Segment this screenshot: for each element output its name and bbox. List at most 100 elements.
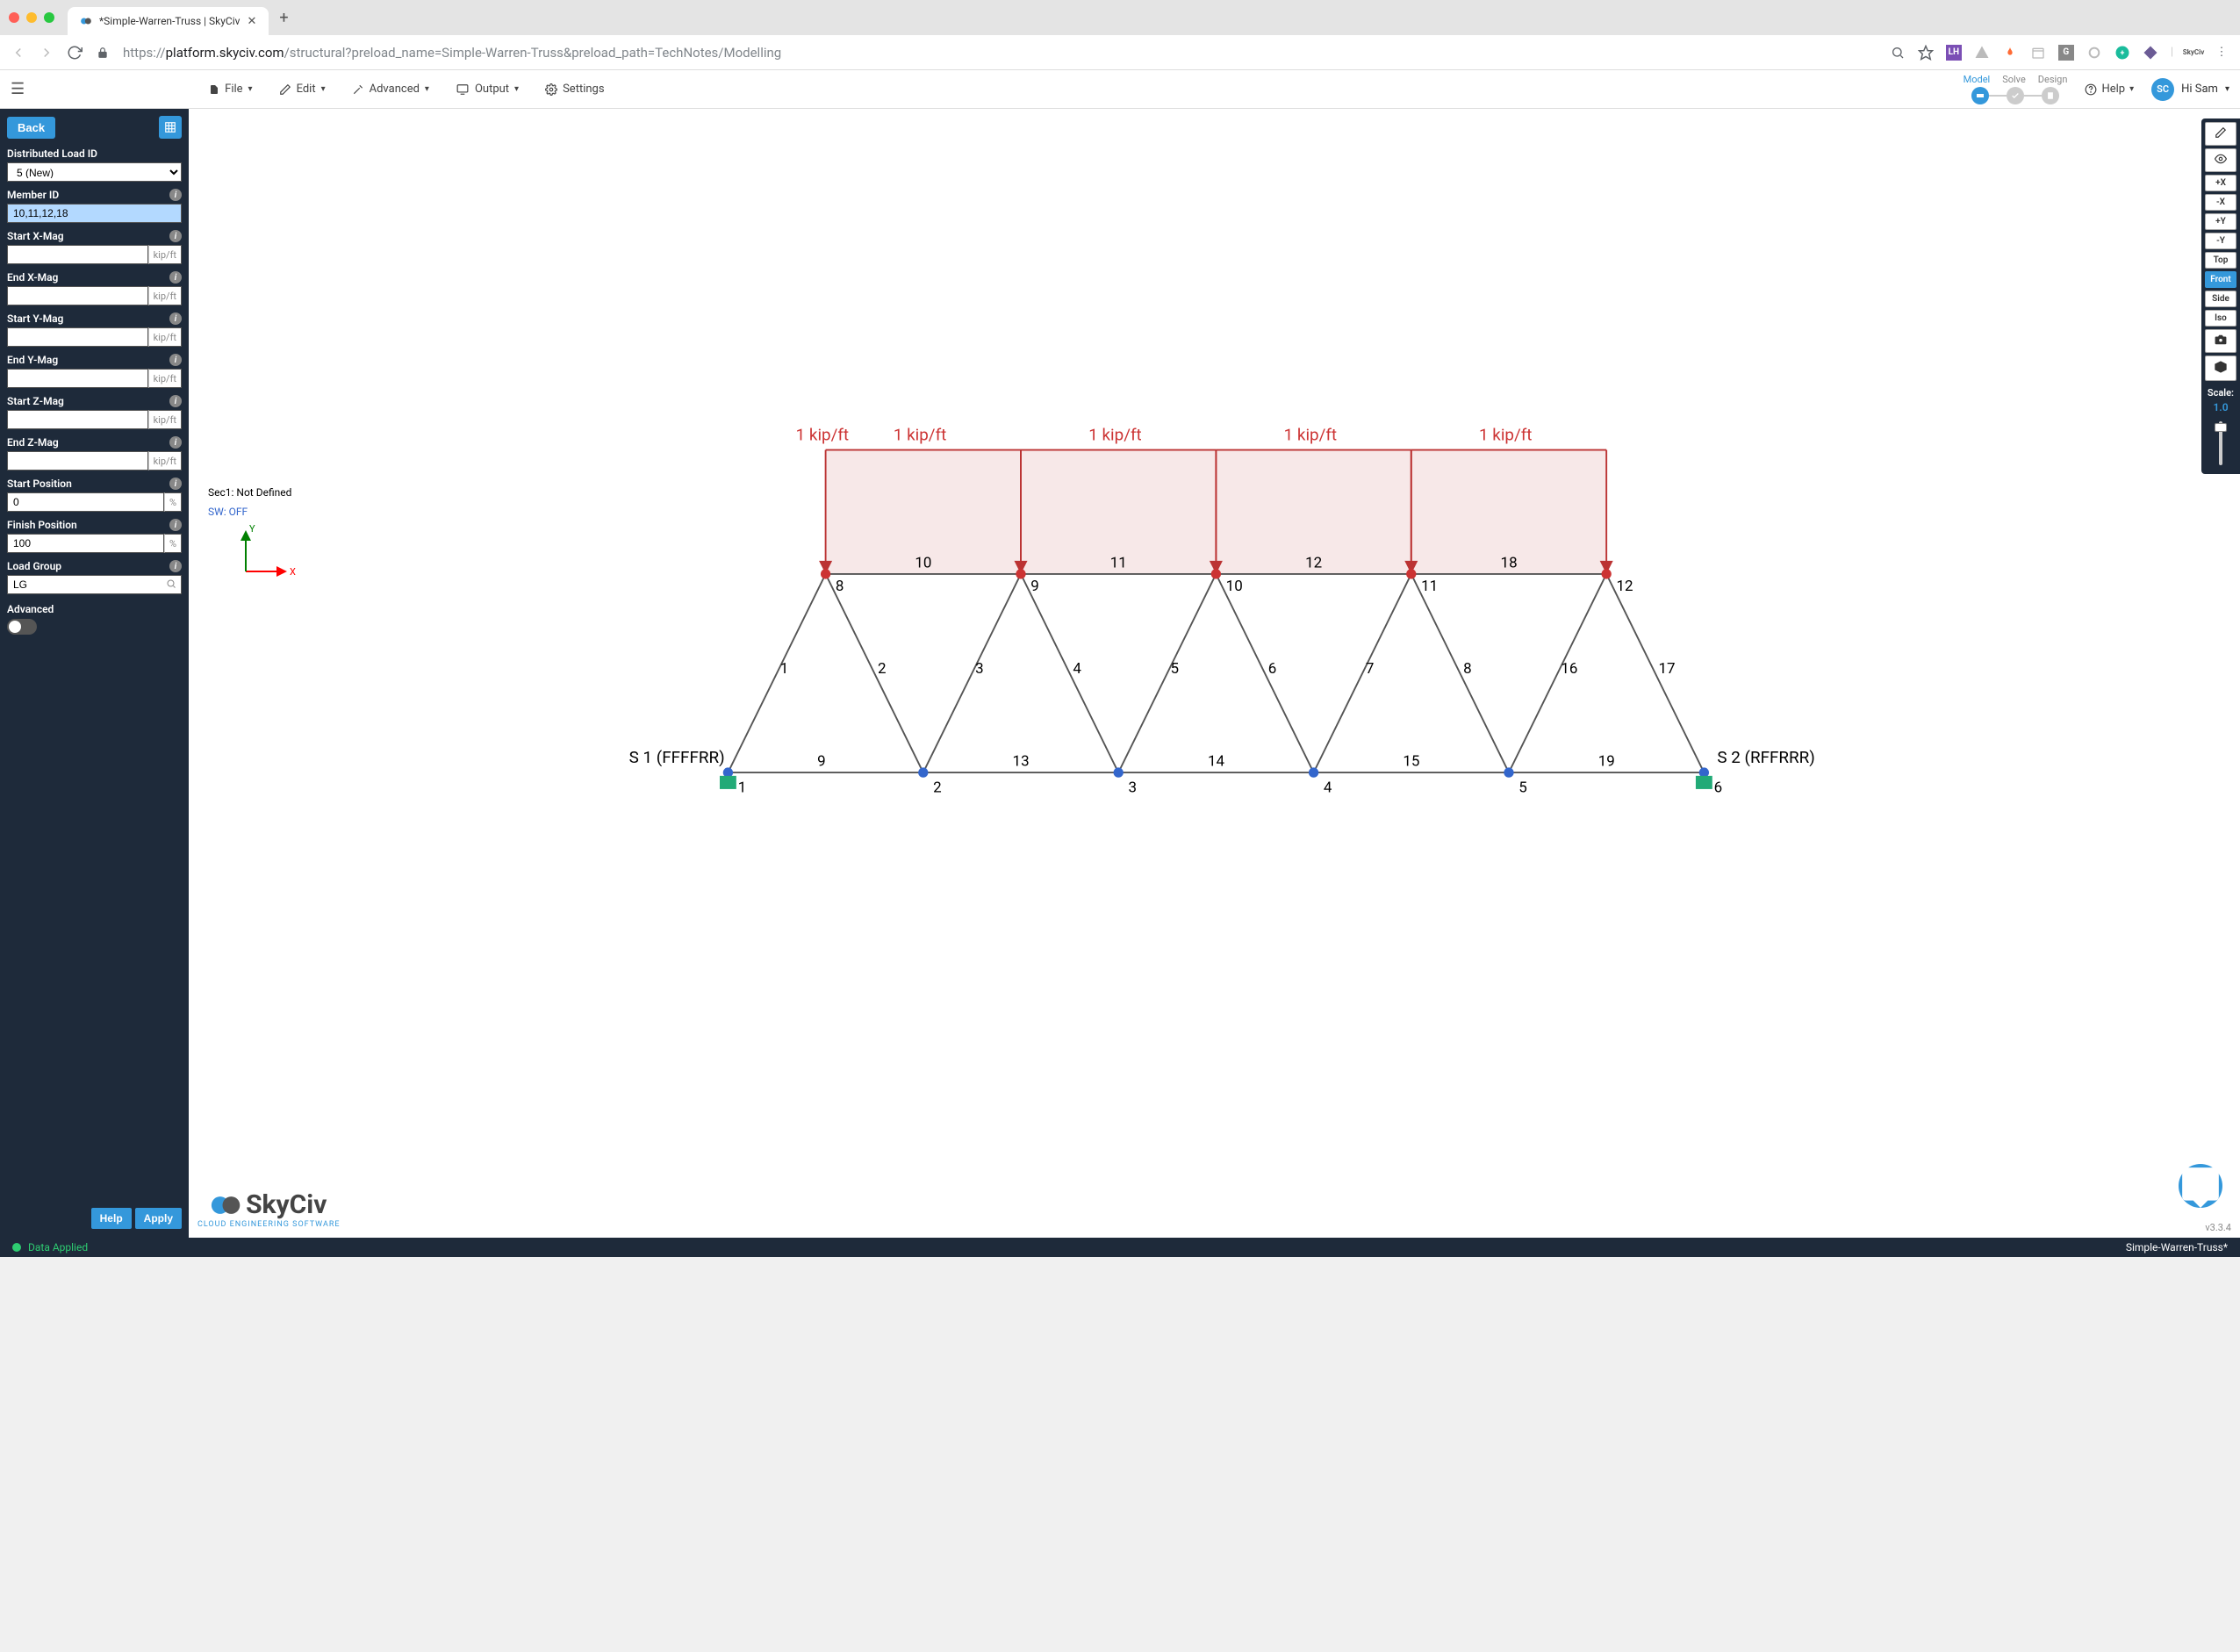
workflow-model-label[interactable]: Model <box>1964 74 1991 85</box>
svg-text:1 kip/ft: 1 kip/ft <box>796 425 849 444</box>
help-button[interactable]: Help▾ <box>2085 83 2134 96</box>
lock-icon <box>95 45 111 61</box>
monitor-icon <box>456 83 470 96</box>
extension-circle-icon[interactable] <box>2086 45 2102 61</box>
window-close-icon[interactable] <box>9 12 19 23</box>
model-canvas[interactable]: 1 kip/ft1 kip/ft1 kip/ft1 kip/ft1 kip/ft… <box>189 109 2240 1238</box>
extension-lh-icon[interactable]: LH <box>1946 45 1962 61</box>
browser-reload-button[interactable] <box>67 45 83 61</box>
user-menu[interactable]: SC Hi Sam ▾ <box>2151 78 2229 101</box>
chat-button[interactable] <box>2179 1164 2222 1208</box>
tab-close-icon[interactable]: ✕ <box>247 15 256 28</box>
info-icon[interactable]: i <box>169 560 182 572</box>
info-icon[interactable]: i <box>169 271 182 284</box>
view-plus-x-button[interactable]: +X <box>2205 175 2236 191</box>
workflow-solve-label[interactable]: Solve <box>2002 74 2026 85</box>
camera-button[interactable] <box>2205 329 2236 353</box>
tab-title: *Simple-Warren-Truss | SkyCiv <box>99 15 240 27</box>
eye-tool-button[interactable] <box>2205 148 2236 172</box>
pencil-tool-button[interactable] <box>2205 122 2236 146</box>
search-icon[interactable] <box>166 578 176 593</box>
sidebar-help-button[interactable]: Help <box>91 1208 132 1229</box>
info-icon[interactable]: i <box>169 395 182 407</box>
load-group-label: Load Group <box>7 560 61 572</box>
info-icon[interactable]: i <box>169 436 182 449</box>
info-icon[interactable]: i <box>169 478 182 490</box>
start-z-mag-input[interactable] <box>7 410 148 429</box>
scale-label: Scale: <box>2205 387 2236 399</box>
bookmark-star-icon[interactable] <box>1918 45 1934 61</box>
window-min-icon[interactable] <box>26 12 37 23</box>
step-design-icon[interactable] <box>2042 87 2059 104</box>
user-avatar: SC <box>2151 78 2174 101</box>
app-toolbar: ☰ File▾ Edit▾ Advanced▾ Output▾ Settings… <box>0 70 2240 109</box>
box-button[interactable] <box>2205 356 2236 381</box>
extension-cloud-icon[interactable] <box>1974 45 1990 61</box>
menu-advanced[interactable]: Advanced▾ <box>352 83 429 96</box>
svg-text:1 kip/ft: 1 kip/ft <box>1479 425 1532 444</box>
view-front-button[interactable]: Front <box>2205 271 2236 288</box>
view-side-button[interactable]: Side <box>2205 291 2236 307</box>
step-solve-icon[interactable] <box>2007 87 2024 104</box>
window-max-icon[interactable] <box>44 12 54 23</box>
datasheet-button[interactable] <box>159 116 182 139</box>
chat-icon <box>2179 1164 2222 1208</box>
menu-file[interactable]: File▾ <box>209 83 252 96</box>
apply-button[interactable]: Apply <box>135 1208 182 1229</box>
status-message: Data Applied <box>28 1241 88 1253</box>
member-id-input[interactable] <box>7 204 182 223</box>
extension-diamond-icon[interactable] <box>2143 45 2158 61</box>
question-icon <box>2085 83 2097 96</box>
extension-teal-icon[interactable]: + <box>2114 45 2130 61</box>
hamburger-icon[interactable]: ☰ <box>11 80 25 98</box>
status-filename: Simple-Warren-Truss* <box>2126 1241 2228 1253</box>
extension-fire-icon[interactable] <box>2002 45 2018 61</box>
grid-icon <box>164 121 176 133</box>
info-icon[interactable]: i <box>169 312 182 325</box>
sidebar-panel: Back Distributed Load ID 5 (New) Member … <box>0 109 189 1238</box>
step-model-icon[interactable] <box>1971 87 1989 104</box>
view-plus-y-button[interactable]: +Y <box>2205 213 2236 230</box>
extension-calendar-icon[interactable] <box>2030 45 2046 61</box>
end-x-mag-input[interactable] <box>7 286 148 305</box>
start-x-mag-label: Start X-Mag <box>7 230 64 242</box>
browser-back-button[interactable] <box>11 45 26 61</box>
browser-menu-icon[interactable]: ⋮ <box>2214 45 2229 61</box>
finish-pos-label: Finish Position <box>7 519 77 531</box>
end-y-mag-input[interactable] <box>7 369 148 388</box>
info-icon[interactable]: i <box>169 354 182 366</box>
box-icon <box>2214 360 2228 374</box>
new-tab-button[interactable]: + <box>279 9 288 27</box>
status-bar: Data Applied Simple-Warren-Truss* <box>0 1238 2240 1257</box>
view-minus-x-button[interactable]: -X <box>2205 194 2236 211</box>
start-y-mag-input[interactable] <box>7 327 148 347</box>
view-minus-y-button[interactable]: -Y <box>2205 233 2236 249</box>
menu-edit[interactable]: Edit▾ <box>279 83 326 96</box>
view-iso-button[interactable]: Iso <box>2205 310 2236 327</box>
info-icon[interactable]: i <box>169 519 182 531</box>
menu-settings[interactable]: Settings <box>545 83 604 96</box>
url-text[interactable]: https://platform.skyciv.com/structural?p… <box>123 45 1877 61</box>
finish-pos-input[interactable] <box>7 534 164 553</box>
camera-icon <box>2214 334 2228 346</box>
back-button[interactable]: Back <box>7 117 55 139</box>
end-z-mag-input[interactable] <box>7 451 148 470</box>
start-x-mag-input[interactable] <box>7 245 148 264</box>
browser-tab[interactable]: *Simple-Warren-Truss | SkyCiv ✕ <box>68 7 269 35</box>
workflow-design-label[interactable]: Design <box>2038 74 2068 85</box>
menu-output[interactable]: Output▾ <box>456 83 519 96</box>
browser-forward-button[interactable] <box>39 45 54 61</box>
version-text: v3.3.4 <box>2205 1222 2231 1233</box>
scale-slider[interactable] <box>2219 421 2222 465</box>
advanced-toggle[interactable] <box>7 619 37 635</box>
info-icon[interactable]: i <box>169 189 182 201</box>
view-top-button[interactable]: Top <box>2205 252 2236 269</box>
start-pos-input[interactable] <box>7 492 164 512</box>
info-icon[interactable]: i <box>169 230 182 242</box>
advanced-label: Advanced <box>7 603 182 615</box>
extension-skyciv-icon[interactable]: SkyCiv <box>2186 45 2201 61</box>
browser-search-icon[interactable] <box>1890 45 1906 61</box>
load-group-input[interactable] <box>7 575 182 594</box>
dl-id-select[interactable]: 5 (New) <box>7 162 182 182</box>
extension-g-icon[interactable]: G <box>2058 45 2074 61</box>
